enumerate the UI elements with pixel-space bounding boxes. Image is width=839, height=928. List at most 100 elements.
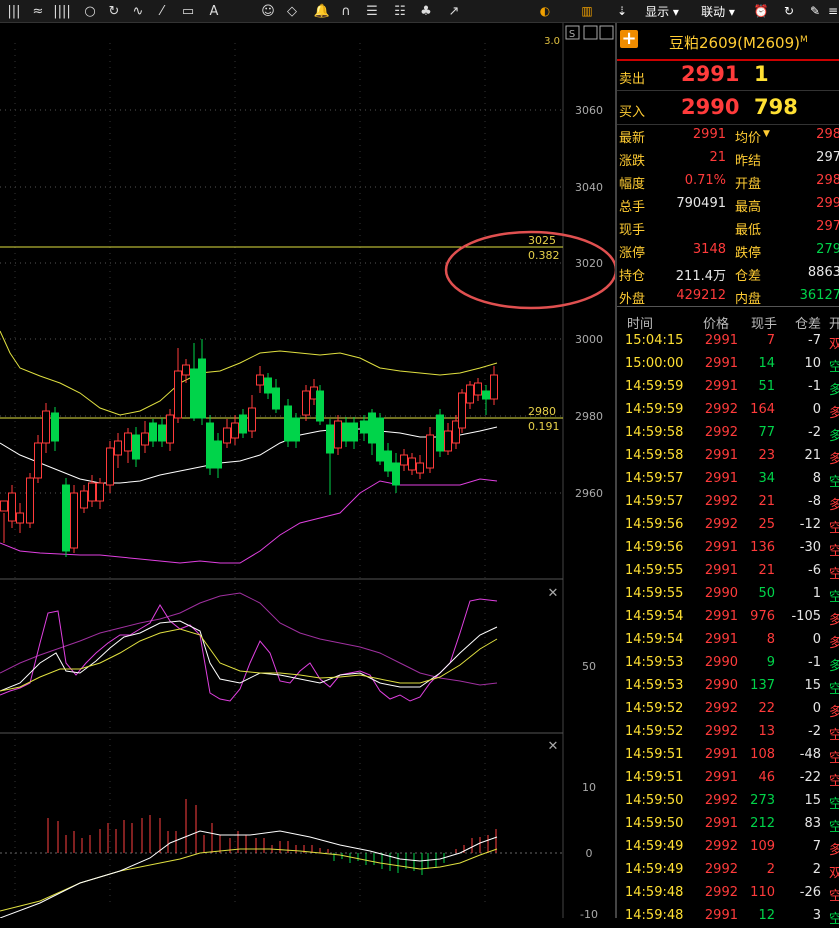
fib-ratio: 0.382 xyxy=(528,249,560,262)
add-icon[interactable]: + xyxy=(620,30,638,48)
trade-row: 14:59:57 2992 21 -8 多 xyxy=(617,491,839,514)
refresh-icon[interactable]: ↻ xyxy=(780,2,798,20)
line-icon[interactable]: ⁄ xyxy=(152,2,172,20)
candle-body xyxy=(342,422,350,442)
trade-cell: 多 xyxy=(829,406,839,421)
trade-cell: -8 xyxy=(808,494,821,509)
stat-value: 8863 xyxy=(807,265,839,280)
trade-cell: 14:59:57 xyxy=(625,471,684,486)
trade-cell: 21 xyxy=(758,563,775,578)
trade-cell: 14:59:54 xyxy=(625,609,684,624)
trade-cell: 14:59:53 xyxy=(625,655,684,670)
trade-cell: 14:59:59 xyxy=(625,402,684,417)
chart-icon[interactable]: ▥ xyxy=(574,2,600,20)
close-icon: ✕ xyxy=(548,586,559,601)
trade-cell: -48 xyxy=(799,747,821,762)
kline-chart[interactable]: S 3.0 3060 3040 3020 3000 2980 2960 3025 0.382 298… xyxy=(0,23,615,918)
display-menu[interactable]: 显示 ▾ xyxy=(640,2,684,20)
candle-body xyxy=(376,417,384,462)
candle-body xyxy=(326,424,334,454)
trade-cell: 14:59:48 xyxy=(625,885,684,900)
candle-body xyxy=(482,390,490,400)
trade-cell: -2 xyxy=(808,425,821,440)
candle-body xyxy=(392,462,400,486)
candle-body xyxy=(16,512,24,524)
candle-body xyxy=(223,427,231,444)
candle-body xyxy=(96,482,104,502)
candle-body xyxy=(124,432,132,452)
grid-icon[interactable]: ☷ xyxy=(390,2,410,20)
trade-cell: -1 xyxy=(808,655,821,670)
trade-cell: 34 xyxy=(758,471,775,486)
trade-cell: -7 xyxy=(808,333,821,348)
trade-cell: 多 xyxy=(829,705,839,720)
candle-body xyxy=(350,422,358,442)
sell-volume: 1 xyxy=(754,62,769,86)
trade-cell: 21 xyxy=(758,494,775,509)
circle-logo-icon[interactable]: ◐ xyxy=(534,2,556,20)
candle-body xyxy=(132,434,140,460)
chart-bg xyxy=(0,23,615,918)
candle-body xyxy=(158,424,166,442)
trade-row: 14:59:51 2991 46 -22 空 xyxy=(617,767,839,790)
ruler-icon[interactable]: ▭ xyxy=(178,2,198,20)
candle-body xyxy=(408,457,416,471)
download-icon[interactable]: ⇣ xyxy=(614,2,630,20)
trade-cell: 2992 xyxy=(704,839,738,854)
candle-body xyxy=(264,377,272,394)
bell-icon[interactable]: 🔔 xyxy=(312,2,332,20)
clock-icon[interactable]: ⏰ xyxy=(752,2,770,20)
bars-icon[interactable]: ||| xyxy=(4,2,24,20)
candle-body xyxy=(149,422,157,442)
stat-value: 298 xyxy=(816,127,839,142)
trade-row: 14:59:54 2991 976 -105 多 xyxy=(617,606,839,629)
edit-icon[interactable]: ✎ xyxy=(806,2,824,20)
candle-body xyxy=(42,410,50,444)
buy-price: 2990 xyxy=(681,95,740,119)
stat-value: 0.71% xyxy=(684,173,726,188)
smile-icon[interactable]: ☺ xyxy=(258,2,278,20)
contract-title[interactable]: 豆粕2609(M2609)M xyxy=(669,32,808,53)
trade-cell: 多 xyxy=(829,383,839,398)
macd-tick: 10 xyxy=(582,781,596,794)
trade-cell: 7 xyxy=(766,333,775,348)
stat-value: 297 xyxy=(816,219,839,234)
trade-row: 14:59:48 2992 110 -26 空 xyxy=(617,882,839,905)
trade-row: 14:59:49 2992 2 2 双 xyxy=(617,859,839,882)
stat-label: 开盘 xyxy=(735,177,762,192)
trade-row: 14:59:52 2992 13 -2 空 xyxy=(617,721,839,744)
candle-body xyxy=(88,482,96,502)
arrow-icon[interactable]: ↗ xyxy=(444,2,464,20)
trade-cell: 109 xyxy=(750,839,775,854)
trade-cell: 多 xyxy=(829,843,839,858)
candle-body xyxy=(51,412,59,442)
trade-cell: 108 xyxy=(750,747,775,762)
trade-cell: 1 xyxy=(812,586,821,601)
candle-body xyxy=(490,374,498,400)
stat-label: 跌停 xyxy=(735,246,762,261)
trade-cell: 51 xyxy=(758,379,775,394)
trade-cell: 25 xyxy=(758,517,775,532)
text-icon[interactable]: A xyxy=(204,2,224,20)
trade-cell: 多 xyxy=(829,498,839,513)
candle-body xyxy=(302,390,310,416)
curve-icon[interactable]: ∿ xyxy=(128,2,148,20)
stat-label: 外盘 xyxy=(619,292,646,307)
trade-cell: 14:59:56 xyxy=(625,517,684,532)
trade-cell: 15:04:15 xyxy=(625,333,684,348)
candle-body xyxy=(256,374,264,386)
arc-icon[interactable]: ↻ xyxy=(104,2,124,20)
wave-icon[interactable]: ≈ xyxy=(28,2,48,20)
trade-cell: 14 xyxy=(758,356,775,371)
menu-icon[interactable]: ≡ xyxy=(826,2,839,20)
magnet-icon[interactable]: ∩ xyxy=(336,2,356,20)
club-icon[interactable]: ♣ xyxy=(416,2,436,20)
eraser-icon[interactable]: ◇ xyxy=(282,2,302,20)
trade-cell: 空 xyxy=(829,728,839,743)
trade-cell: 多 xyxy=(829,636,839,651)
columns-icon[interactable]: |||| xyxy=(52,2,72,20)
list-icon[interactable]: ☰ xyxy=(362,2,382,20)
linkage-menu[interactable]: 联动 ▾ xyxy=(696,2,740,20)
circle-icon[interactable]: ○ xyxy=(80,2,100,20)
trade-row: 14:59:59 2991 51 -1 多 xyxy=(617,376,839,399)
